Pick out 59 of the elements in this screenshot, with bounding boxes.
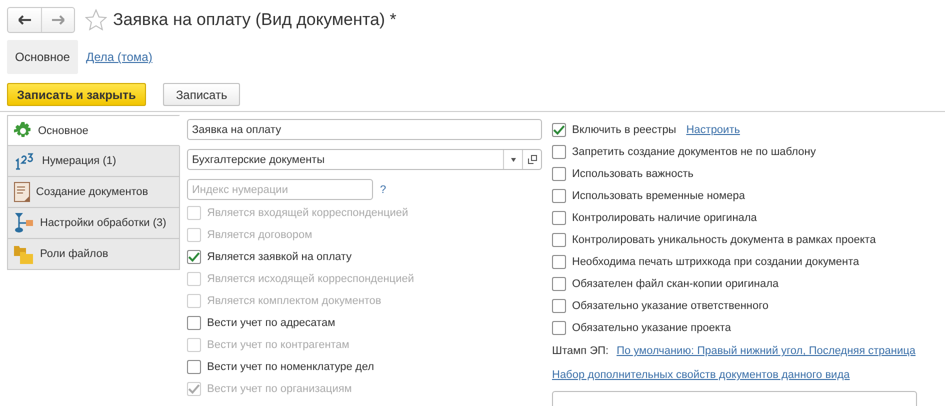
checkbox-label: Является договором <box>207 229 312 241</box>
save-close-button[interactable]: Записать и закрыть <box>7 83 146 106</box>
save-button[interactable]: Записать <box>162 83 240 106</box>
checkbox[interactable] <box>187 316 201 330</box>
checkbox-label: Вести учет по контрагентам <box>207 339 350 351</box>
checkbox[interactable] <box>552 145 566 159</box>
folders-icon <box>14 244 34 264</box>
checkbox[interactable] <box>187 360 201 374</box>
checkbox-label: Является комплектом документов <box>207 295 382 307</box>
checkbox-label: Вести учет по номенклатуре дел <box>207 361 374 373</box>
checkbox-label: Использовать временные номера <box>572 190 745 202</box>
name-field[interactable]: Заявка на оплату <box>187 119 542 140</box>
flowchart-icon <box>14 213 34 233</box>
stamp-label: Штамп ЭП: <box>552 345 609 357</box>
left-arrow-icon <box>18 15 32 25</box>
stamp-link[interactable]: По умолчанию: Правый нижний угол, Последняя страница <box>616 345 916 357</box>
section-tab[interactable]: Основное <box>7 40 78 74</box>
settings-link[interactable]: Настроить <box>686 124 740 136</box>
checkbox-label: Необходима печать штрихкода при создании документа <box>572 256 860 268</box>
side-tab[interactable]: Основное <box>7 115 180 146</box>
document-icon <box>14 182 30 202</box>
checkbox-label: Контролировать уникальность документа в рамках проекта <box>572 234 876 246</box>
checkbox-label: Обязательно указание ответственного <box>572 300 768 312</box>
checkbox[interactable] <box>552 277 566 291</box>
section-link[interactable]: Дела (тома) <box>78 40 160 74</box>
side-tab[interactable]: Настройки обработки (3) <box>7 208 180 239</box>
checkbox[interactable] <box>552 321 566 335</box>
input-field[interactable] <box>552 391 917 406</box>
checkbox[interactable] <box>552 299 566 313</box>
checkbox[interactable] <box>552 211 566 225</box>
checkbox-label: Запретить создание документов не по шаблону <box>572 146 816 158</box>
superscript-numbers-icon <box>14 152 36 170</box>
checkbox-label: Вести учет по адресатам <box>207 317 336 329</box>
checkbox-label: Является исходящей корреспонденцией <box>207 273 414 285</box>
properties-link[interactable]: Набор дополнительных свойств документов данного вида <box>552 369 850 381</box>
right-arrow-icon <box>51 15 65 25</box>
index-field[interactable]: Индекс нумерации <box>187 179 373 200</box>
window-title: Заявка на оплату (Вид документа) * <box>113 10 396 30</box>
checkbox[interactable] <box>552 167 566 181</box>
checkbox[interactable] <box>552 255 566 269</box>
checkbox[interactable] <box>552 233 566 247</box>
checkbox-label: Включить в реестры <box>572 124 676 136</box>
group-field[interactable]: Бухгалтерские документы <box>187 149 542 170</box>
side-tab[interactable]: Создание документов <box>7 177 180 208</box>
star-icon[interactable] <box>85 9 107 31</box>
checkbox-label: Контролировать наличие оригинала <box>572 212 757 224</box>
side-tab[interactable]: Роли файлов <box>7 239 180 270</box>
checkbox-label: Обязательно указание проекта <box>572 322 731 334</box>
side-tab[interactable]: Нумерация (1) <box>7 146 180 177</box>
checkbox-label: Является заявкой на оплату <box>207 251 352 263</box>
checkbox[interactable] <box>552 123 566 137</box>
checkbox-label: Обязателен файл скан-копии оригинала <box>572 278 779 290</box>
checkbox-label: Является входящей корреспонденцией <box>207 207 408 219</box>
gear-icon <box>14 122 32 140</box>
checkbox-label: Использовать важность <box>572 168 694 180</box>
checkbox[interactable] <box>552 189 566 203</box>
checkbox-label: Вести учет по организациям <box>207 383 352 395</box>
checkbox[interactable] <box>187 250 201 264</box>
help-link[interactable]: ? <box>380 184 386 196</box>
